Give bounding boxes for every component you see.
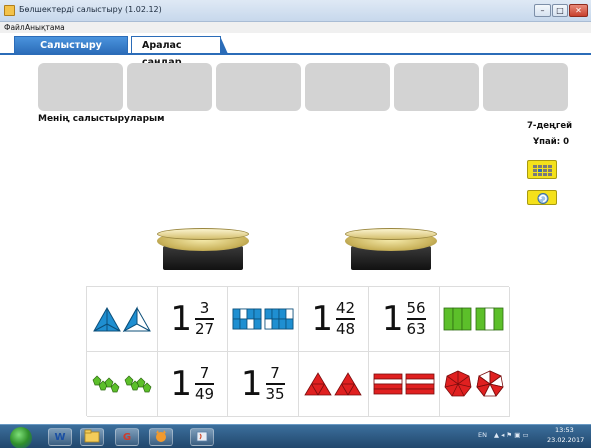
close-button[interactable]: ✕ [569,4,588,17]
show-grid-button[interactable] [527,160,557,179]
card-fraction[interactable]: 1 42 48 [298,287,369,352]
left-scale-pan[interactable] [155,226,251,272]
card-fraction[interactable]: 1 56 63 [369,287,440,352]
mixed-fraction: 1 42 48 [311,299,356,339]
game-app-button[interactable] [149,428,173,446]
app-icon [4,5,15,16]
bars-green-icon [443,307,504,331]
scale-rim [157,228,249,240]
fraction-whole: 1 [311,299,334,339]
card-shape[interactable] [228,287,299,352]
fraction-whole: 1 [240,364,263,404]
fraction-numerator: 56 [406,299,426,318]
fraction-whole: 1 [170,299,193,339]
mixed-fraction: 1 7 35 [241,365,285,403]
refresh-button[interactable] [527,190,557,205]
card-shape[interactable] [298,352,369,417]
pentagons-green-icon [92,375,152,393]
clock-time[interactable]: 13:53 [555,426,574,434]
minimize-button[interactable]: – [534,4,551,17]
folder-icon [84,429,100,443]
comparison-slot [127,63,212,111]
fraction-whole: 1 [381,299,404,339]
mixed-fraction: 1 56 63 [382,300,426,338]
stripes-red-icon [373,373,435,395]
fraction-denominator: 48 [336,319,356,338]
card-shape[interactable] [87,287,158,352]
chrome-app-button[interactable]: G [115,428,139,446]
fraction-numerator: 42 [336,299,356,318]
tab-comparison-game[interactable]: Салыстыру ойыны [14,36,128,68]
card-shape[interactable] [439,287,510,352]
fraction-numerator: 7 [270,364,280,383]
tab-mixed-numbers[interactable]: Аралас сандар [131,36,228,68]
card-shape[interactable] [439,352,510,417]
app-root: Бөлшектерді салыстыру (1.02.12) – □ ✕ Фа… [0,0,591,448]
card-grid: 1 3 27 1 42 48 1 56 63 1 7 49 1 7 35 [86,286,510,417]
menu-bar: Файл Анықтама [0,22,591,33]
fraction-denominator: 49 [195,384,215,403]
mixed-fraction: 1 3 27 [170,299,215,339]
tray-icons[interactable]: ▲ ◂ ⚑ ▣ ▭ [494,431,529,439]
grid-squares-blue-icon [232,308,294,330]
comparison-slot [483,63,568,111]
my-comparisons-label: Менің салыстыруларым [38,114,165,124]
fraction-numerator: 3 [199,299,210,318]
heptagon-red-icon [444,370,504,397]
start-button[interactable] [10,427,32,448]
explorer-app-button[interactable] [80,428,104,446]
scale-rim [345,228,437,240]
window-title: Бөлшектерді салыстыру (1.02.12) [19,5,162,14]
comparison-slot [216,63,301,111]
word-app-button[interactable]: W [48,428,72,446]
refresh-icon [537,193,549,204]
fraction-denominator: 63 [406,319,426,338]
comparison-slot [38,63,123,111]
card-fraction[interactable]: 1 7 49 [157,352,228,417]
taskbar: W G EN ▲ ◂ ⚑ ▣ ▭ 13:53 23.02.2017 [0,424,591,448]
grid-icon [533,165,552,176]
card-shape[interactable] [369,352,440,417]
fraction-denominator: 35 [265,384,285,403]
title-bar: Бөлшектерді салыстыру (1.02.12) – □ ✕ [0,0,591,22]
tab-underline [0,53,591,55]
fraction-numerator: 7 [199,364,210,383]
menu-help[interactable]: Анықтама [25,23,65,32]
card-fraction[interactable]: 1 7 35 [228,352,299,417]
card-shape[interactable] [87,352,158,417]
score-label: Ұпай: 0 [533,137,569,147]
comparison-slot [394,63,479,111]
card-fraction[interactable]: 1 3 27 [157,287,228,352]
maximize-button[interactable]: □ [552,4,568,17]
java-app-button[interactable] [190,428,214,446]
fraction-whole: 1 [170,364,193,404]
comparison-slot [305,63,390,111]
right-scale-pan[interactable] [343,226,439,272]
mixed-fraction: 1 7 49 [170,364,215,404]
triangle-pair-blue-icon [92,306,151,333]
cat-icon [156,430,166,442]
menu-file[interactable]: Файл [4,23,25,32]
triangle-pair-red-icon [304,372,362,396]
java-icon [196,431,208,442]
language-indicator[interactable]: EN [478,431,487,439]
clock-date[interactable]: 23.02.2017 [547,436,584,444]
level-label: 7-деңгей [527,121,573,131]
fraction-denominator: 27 [195,319,215,338]
